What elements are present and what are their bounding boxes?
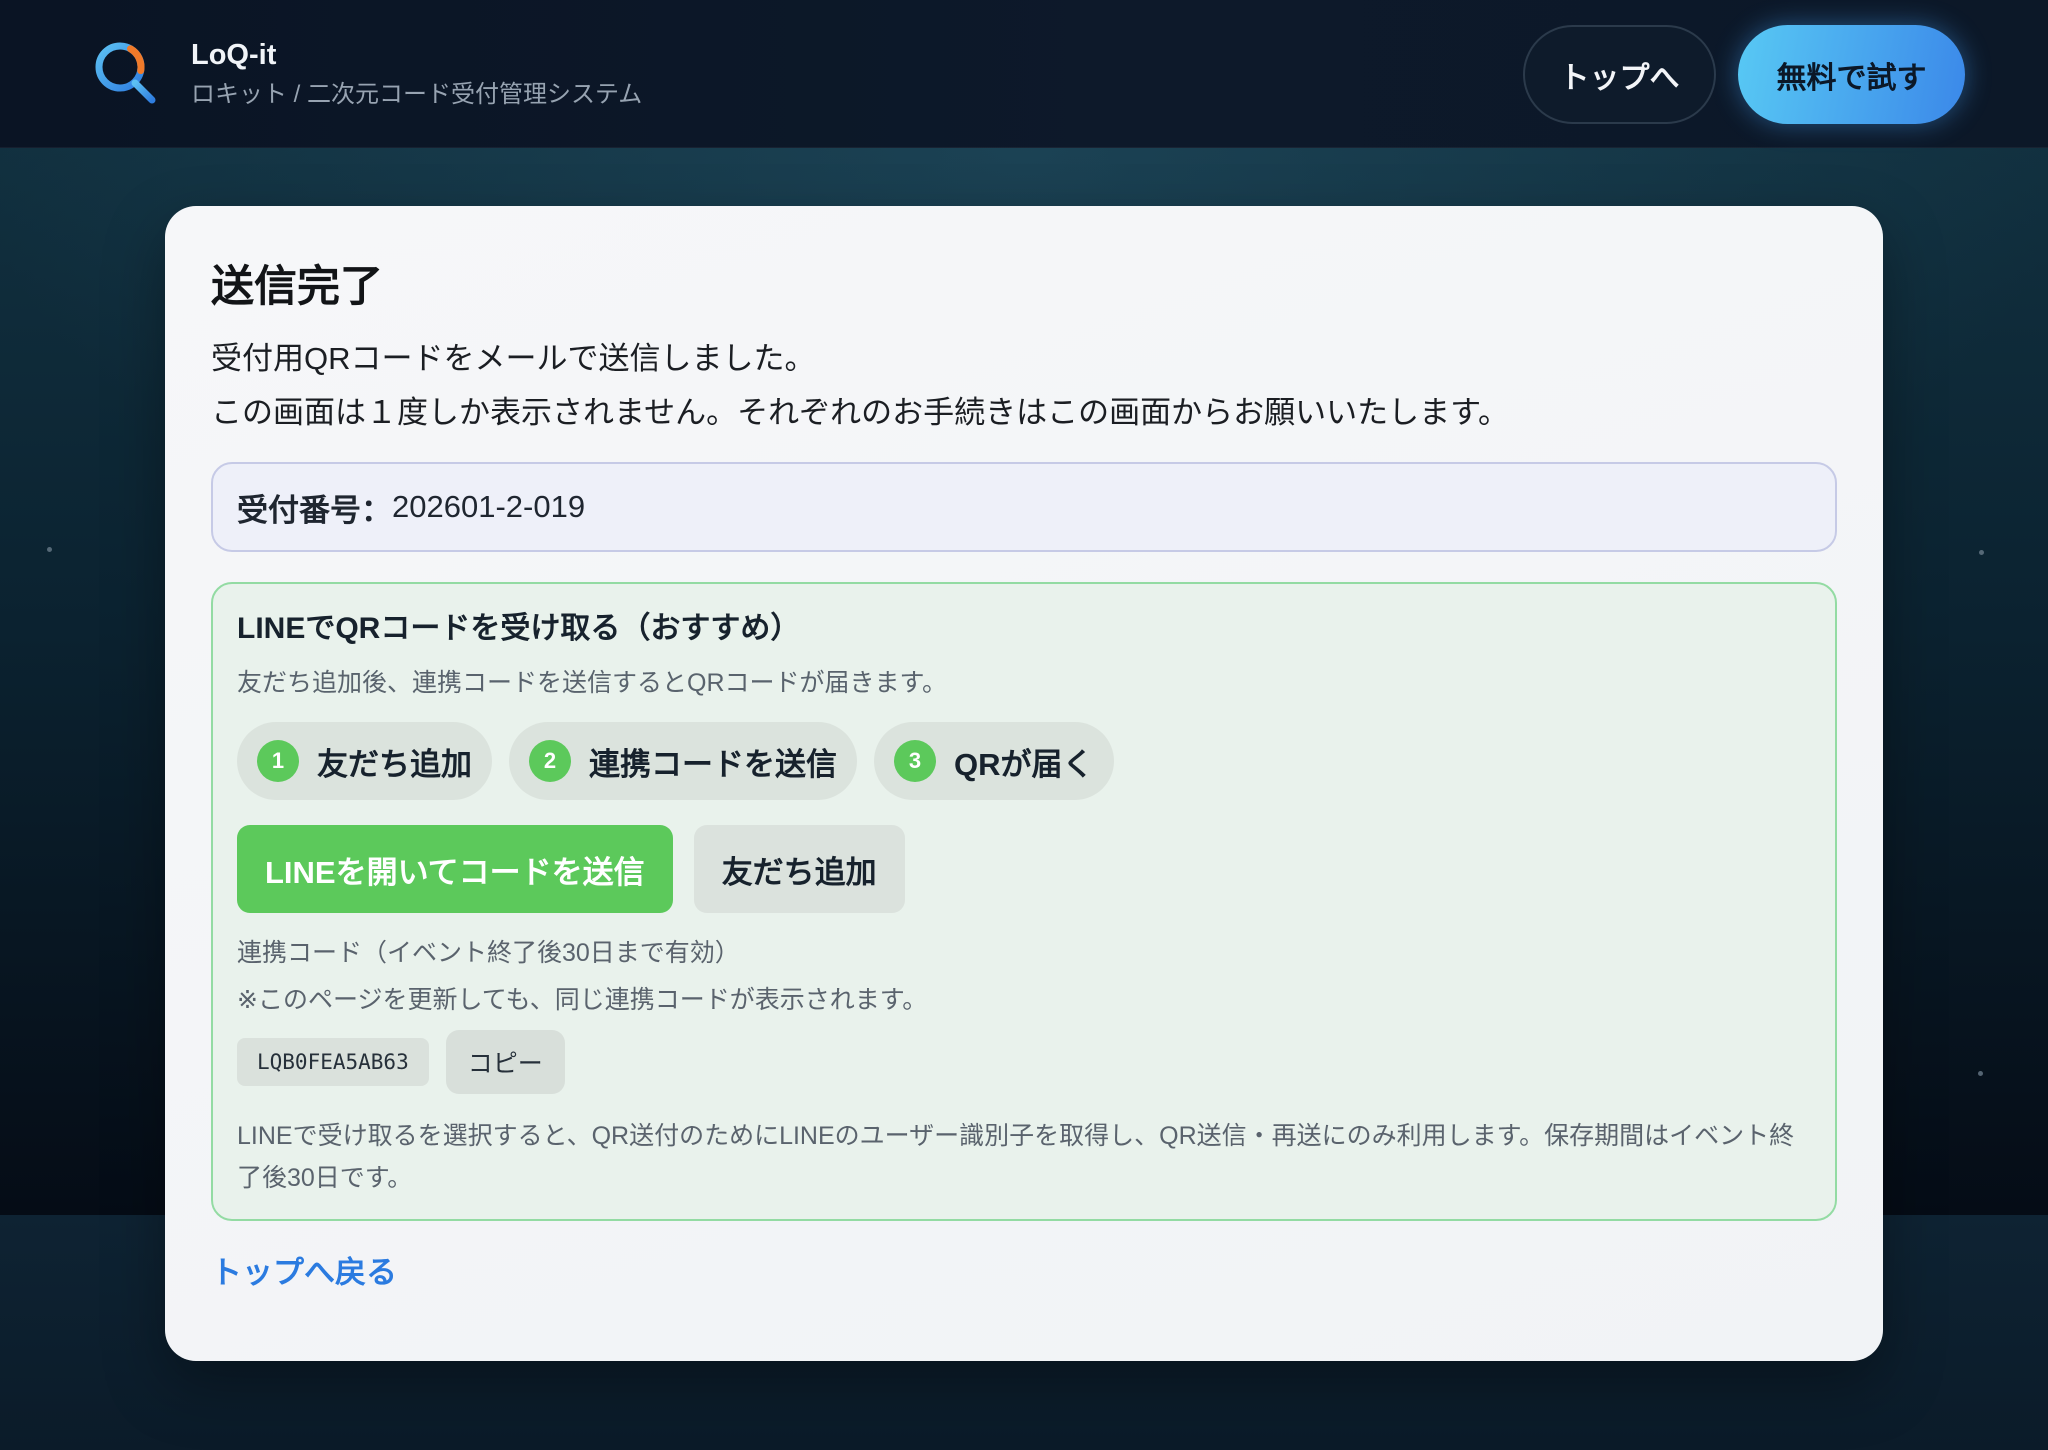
line-receive-section: LINEでQRコードを受け取る（おすすめ） 友だち追加後、連携コードを送信すると… [211, 582, 1837, 1221]
line-section-description: 友だち追加後、連携コードを送信するとQRコードが届きます。 [237, 669, 948, 697]
copy-code-button[interactable]: コピー [445, 1030, 565, 1094]
completion-message: 受付用QRコードをメールで送信しました。 この画面は１度しか表示されません。それ… [211, 332, 1837, 440]
back-to-top-link[interactable]: トップへ戻る [211, 1253, 397, 1293]
link-code-value: LQB0FEA5AB63 [237, 1038, 429, 1086]
completion-card: 送信完了 受付用QRコードをメールで送信しました。 この画面は１度しか表示されま… [165, 206, 1883, 1361]
step-label: 友だち追加 [317, 746, 472, 782]
app-subtitle: ロキット / 二次元コード受付管理システム [191, 81, 643, 108]
step-item-receive-qr: 3 QRが届く [874, 722, 1114, 800]
page-title: 送信完了 [211, 263, 383, 311]
step-number: 2 [529, 740, 571, 782]
app-name: LoQ-it [191, 39, 277, 71]
link-code-notes: 連携コード（イベント終了後30日まで有効） ※このページを更新しても、同じ連携コ… [237, 930, 1811, 1024]
open-line-send-code-button[interactable]: LINEを開いてコードを送信 [237, 825, 673, 913]
privacy-note: LINEで受け取るを選択すると、QR送付のためにLINEのユーザー識別子を取得し… [237, 1122, 1795, 1192]
step-item-send-code: 2 連携コードを送信 [509, 722, 857, 800]
star-dot [47, 547, 52, 552]
step-label: QRが届く [954, 746, 1094, 782]
step-item-add-friend: 1 友だち追加 [237, 722, 492, 800]
line-action-buttons: LINEを開いてコードを送信 友だち追加 [237, 825, 1811, 913]
refresh-note: ※このページを更新しても、同じ連携コードが表示されます。 [237, 986, 928, 1014]
link-code-row: LQB0FEA5AB63 コピー [237, 1030, 1811, 1094]
top-page-button[interactable]: トップへ [1523, 25, 1716, 124]
top-header: LoQ-it ロキット / 二次元コード受付管理システム トップへ 無料で試す [0, 0, 2048, 148]
free-trial-button[interactable]: 無料で試す [1738, 25, 1965, 124]
line-section-title: LINEでQRコードを受け取る（おすすめ） [237, 612, 801, 645]
step-number: 3 [894, 740, 936, 782]
message-line: この画面は１度しか表示されません。それぞれのお手続きはこの画面からお願いいたしま… [211, 395, 1509, 430]
star-dot [1979, 550, 1984, 555]
brand-home-link[interactable]: LoQ-it ロキット / 二次元コード受付管理システム [89, 30, 709, 120]
star-dot [1978, 1071, 1983, 1076]
receipt-number-label: 受付番号： [237, 492, 392, 528]
step-list: 1 友だち追加 2 連携コードを送信 3 QRが届く [237, 722, 1811, 800]
receipt-number-box: 受付番号： 202601-2-019 [211, 462, 1837, 552]
magnifier-logo-icon [89, 37, 159, 107]
step-label: 連携コードを送信 [589, 746, 837, 782]
receipt-number-value: 202601-2-019 [392, 489, 586, 524]
message-line: 受付用QRコードをメールで送信しました。 [211, 341, 816, 376]
step-number: 1 [257, 740, 299, 782]
add-friend-button[interactable]: 友だち追加 [693, 825, 905, 913]
link-code-validity-note: 連携コード（イベント終了後30日まで有効） [237, 939, 740, 967]
